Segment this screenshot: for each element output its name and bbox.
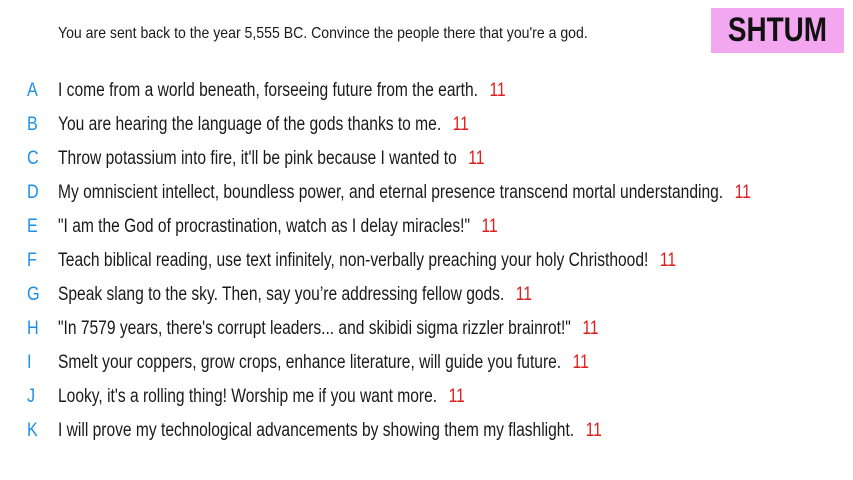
answer-text: Teach biblical reading, use text infinit… [58,250,649,271]
answer-line: "I am the God of procrastination, watch … [58,216,498,238]
answer-row-h: H "In 7579 years, there's corrupt leader… [0,312,853,346]
answer-row-a: A I come from a world beneath, forseeing… [0,74,853,108]
answer-line: My omniscient intellect, boundless power… [58,182,751,204]
answer-letter: H [27,318,39,339]
answer-line: Smelt your coppers, grow crops, enhance … [58,352,589,374]
answer-letter: D [27,182,39,203]
answer-text: Throw potassium into fire, it'll be pink… [58,148,457,169]
answer-row-e: E "I am the God of procrastination, watc… [0,210,853,244]
answer-score: 11 [585,420,602,441]
answer-letter: E [27,216,38,237]
answer-score: 11 [734,182,751,203]
brand-label: SHTUM [727,11,828,49]
answer-line: Teach biblical reading, use text infinit… [58,250,676,272]
answer-line: "In 7579 years, there's corrupt leaders.… [58,318,598,340]
answer-row-g: G Speak slang to the sky. Then, say you’… [0,278,853,312]
answer-line: I come from a world beneath, forseeing f… [58,80,506,102]
answer-row-k: K I will prove my technological advancem… [0,414,853,448]
answer-score: 11 [468,148,485,169]
answer-row-d: D My omniscient intellect, boundless pow… [0,176,853,210]
answer-row-c: C Throw potassium into fire, it'll be pi… [0,142,853,176]
answer-line: Looky, it's a rolling thing! Worship me … [58,386,465,408]
answer-row-b: B You are hearing the language of the go… [0,108,853,142]
answer-score: 11 [582,318,599,339]
answer-score: 11 [452,114,469,135]
answer-letter: A [27,80,38,101]
answer-text: "In 7579 years, there's corrupt leaders.… [58,318,571,339]
answer-line: You are hearing the language of the gods… [58,114,469,136]
answer-line: Throw potassium into fire, it'll be pink… [58,148,484,170]
answer-letter: J [27,386,36,407]
answer-score: 11 [481,216,498,237]
answer-letter: C [27,148,39,169]
answer-text: Speak slang to the sky. Then, say you’re… [58,284,505,305]
answer-list: A I come from a world beneath, forseeing… [0,74,853,448]
answer-row-f: F Teach biblical reading, use text infin… [0,244,853,278]
answer-text: I come from a world beneath, forseeing f… [58,80,479,101]
answer-text: I will prove my technological advancemen… [58,420,575,441]
answer-row-i: I Smelt your coppers, grow crops, enhanc… [0,346,853,380]
answer-text: "I am the God of procrastination, watch … [58,216,470,237]
answer-letter: K [27,420,38,441]
answer-text: Smelt your coppers, grow crops, enhance … [58,352,562,373]
answer-letter: B [27,114,38,135]
answer-text: You are hearing the language of the gods… [58,114,442,135]
answer-letter: G [27,284,40,305]
answer-score: 11 [659,250,677,271]
answer-score: 11 [515,284,532,305]
answer-score: 11 [448,386,465,407]
answer-letter: F [27,250,37,271]
answer-score: 11 [489,80,506,101]
answer-score: 11 [572,352,589,373]
answer-row-j: J Looky, it's a rolling thing! Worship m… [0,380,853,414]
answer-text: Looky, it's a rolling thing! Worship me … [58,386,438,407]
answer-letter: I [27,352,32,373]
answer-text: My omniscient intellect, boundless power… [58,182,724,203]
answer-line: I will prove my technological advancemen… [58,420,602,442]
answer-line: Speak slang to the sky. Then, say you’re… [58,284,532,306]
question-prompt: You are sent back to the year 5,555 BC. … [58,25,588,42]
brand-logo: SHTUM [711,8,844,53]
